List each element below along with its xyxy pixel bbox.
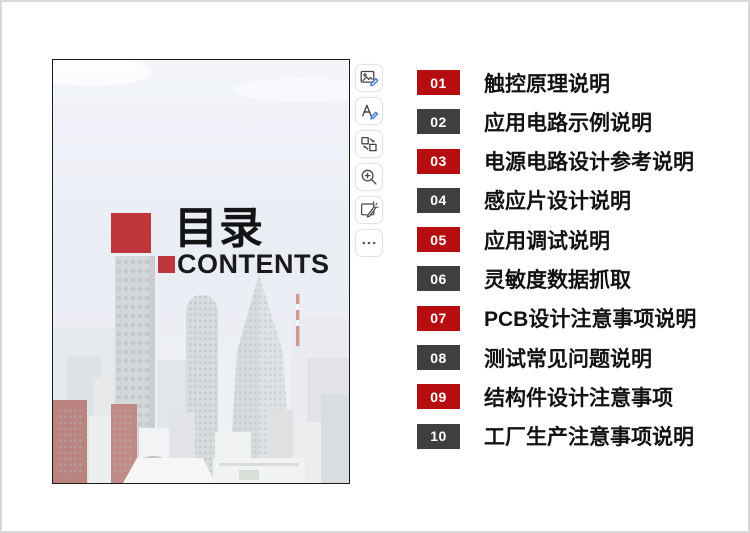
more-options-icon [359, 233, 379, 253]
toc-item[interactable]: 07 PCB设计注意事项说明 [417, 306, 696, 331]
toc-item-number-badge: 05 [417, 227, 460, 252]
zoom-in-icon [359, 167, 379, 187]
toc-item-label: 应用电路示例说明 [484, 107, 652, 137]
red-square-small-decoration [158, 256, 175, 273]
edit-picture-button[interactable] [355, 64, 383, 92]
toc-title-chinese: 目录 [174, 207, 264, 251]
picture-floating-toolbar [355, 64, 383, 257]
toc-item[interactable]: 06 灵敏度数据抓取 [417, 266, 696, 291]
toc-item-number-badge: 02 [417, 109, 460, 134]
toc-item-label: 灵敏度数据抓取 [484, 264, 631, 294]
slide-canvas: 目录 CONTENTS [0, 0, 750, 533]
toc-item-label: 结构件设计注意事项 [484, 382, 673, 412]
toc-item[interactable]: 09 结构件设计注意事项 [417, 384, 696, 409]
toc-item-number-badge: 10 [417, 424, 460, 449]
toc-item-label: 应用调试说明 [484, 225, 610, 255]
smart-select-icon [359, 200, 379, 220]
edit-text-icon [359, 101, 379, 121]
smart-select-button[interactable] [355, 196, 383, 224]
toc-item-label: 工厂生产注意事项说明 [484, 421, 694, 451]
toc-item[interactable]: 01 触控原理说明 [417, 70, 696, 95]
toc-title-block[interactable]: 目录 CONTENTS [53, 60, 349, 483]
toc-item-label: 触控原理说明 [484, 68, 610, 98]
zoom-in-button[interactable] [355, 163, 383, 191]
toc-item-number-badge: 01 [417, 70, 460, 95]
more-options-button[interactable] [355, 229, 383, 257]
toc-list: 01触控原理说明02应用电路示例说明03电源电路设计参考说明04感应片设计说明0… [417, 70, 696, 449]
toc-item-number-badge: 09 [417, 384, 460, 409]
toc-item-number-badge: 06 [417, 266, 460, 291]
toc-title-english: CONTENTS [177, 251, 330, 278]
red-square-decoration [111, 213, 151, 253]
toc-item[interactable]: 03 电源电路设计参考说明 [417, 149, 696, 174]
toc-item[interactable]: 05 应用调试说明 [417, 227, 696, 252]
toc-item-number-badge: 04 [417, 188, 460, 213]
toc-item-number-badge: 07 [417, 306, 460, 331]
edit-text-button[interactable] [355, 97, 383, 125]
toc-item-label: 感应片设计说明 [484, 185, 631, 215]
toc-item-label: 电源电路设计参考说明 [484, 146, 694, 176]
toc-item[interactable]: 08 测试常见问题说明 [417, 345, 696, 370]
toc-item-number-badge: 03 [417, 149, 460, 174]
edit-picture-icon [359, 68, 379, 88]
toc-item-label: 测试常见问题说明 [484, 343, 652, 373]
toc-item[interactable]: 04 感应片设计说明 [417, 188, 696, 213]
city-skyline-photo[interactable]: 目录 CONTENTS [52, 59, 350, 484]
toc-item[interactable]: 10 工厂生产注意事项说明 [417, 424, 696, 449]
toc-item-number-badge: 08 [417, 345, 460, 370]
replace-picture-button[interactable] [355, 130, 383, 158]
toc-item-label: PCB设计注意事项说明 [484, 303, 696, 333]
replace-picture-icon [359, 134, 379, 154]
toc-item[interactable]: 02 应用电路示例说明 [417, 109, 696, 134]
